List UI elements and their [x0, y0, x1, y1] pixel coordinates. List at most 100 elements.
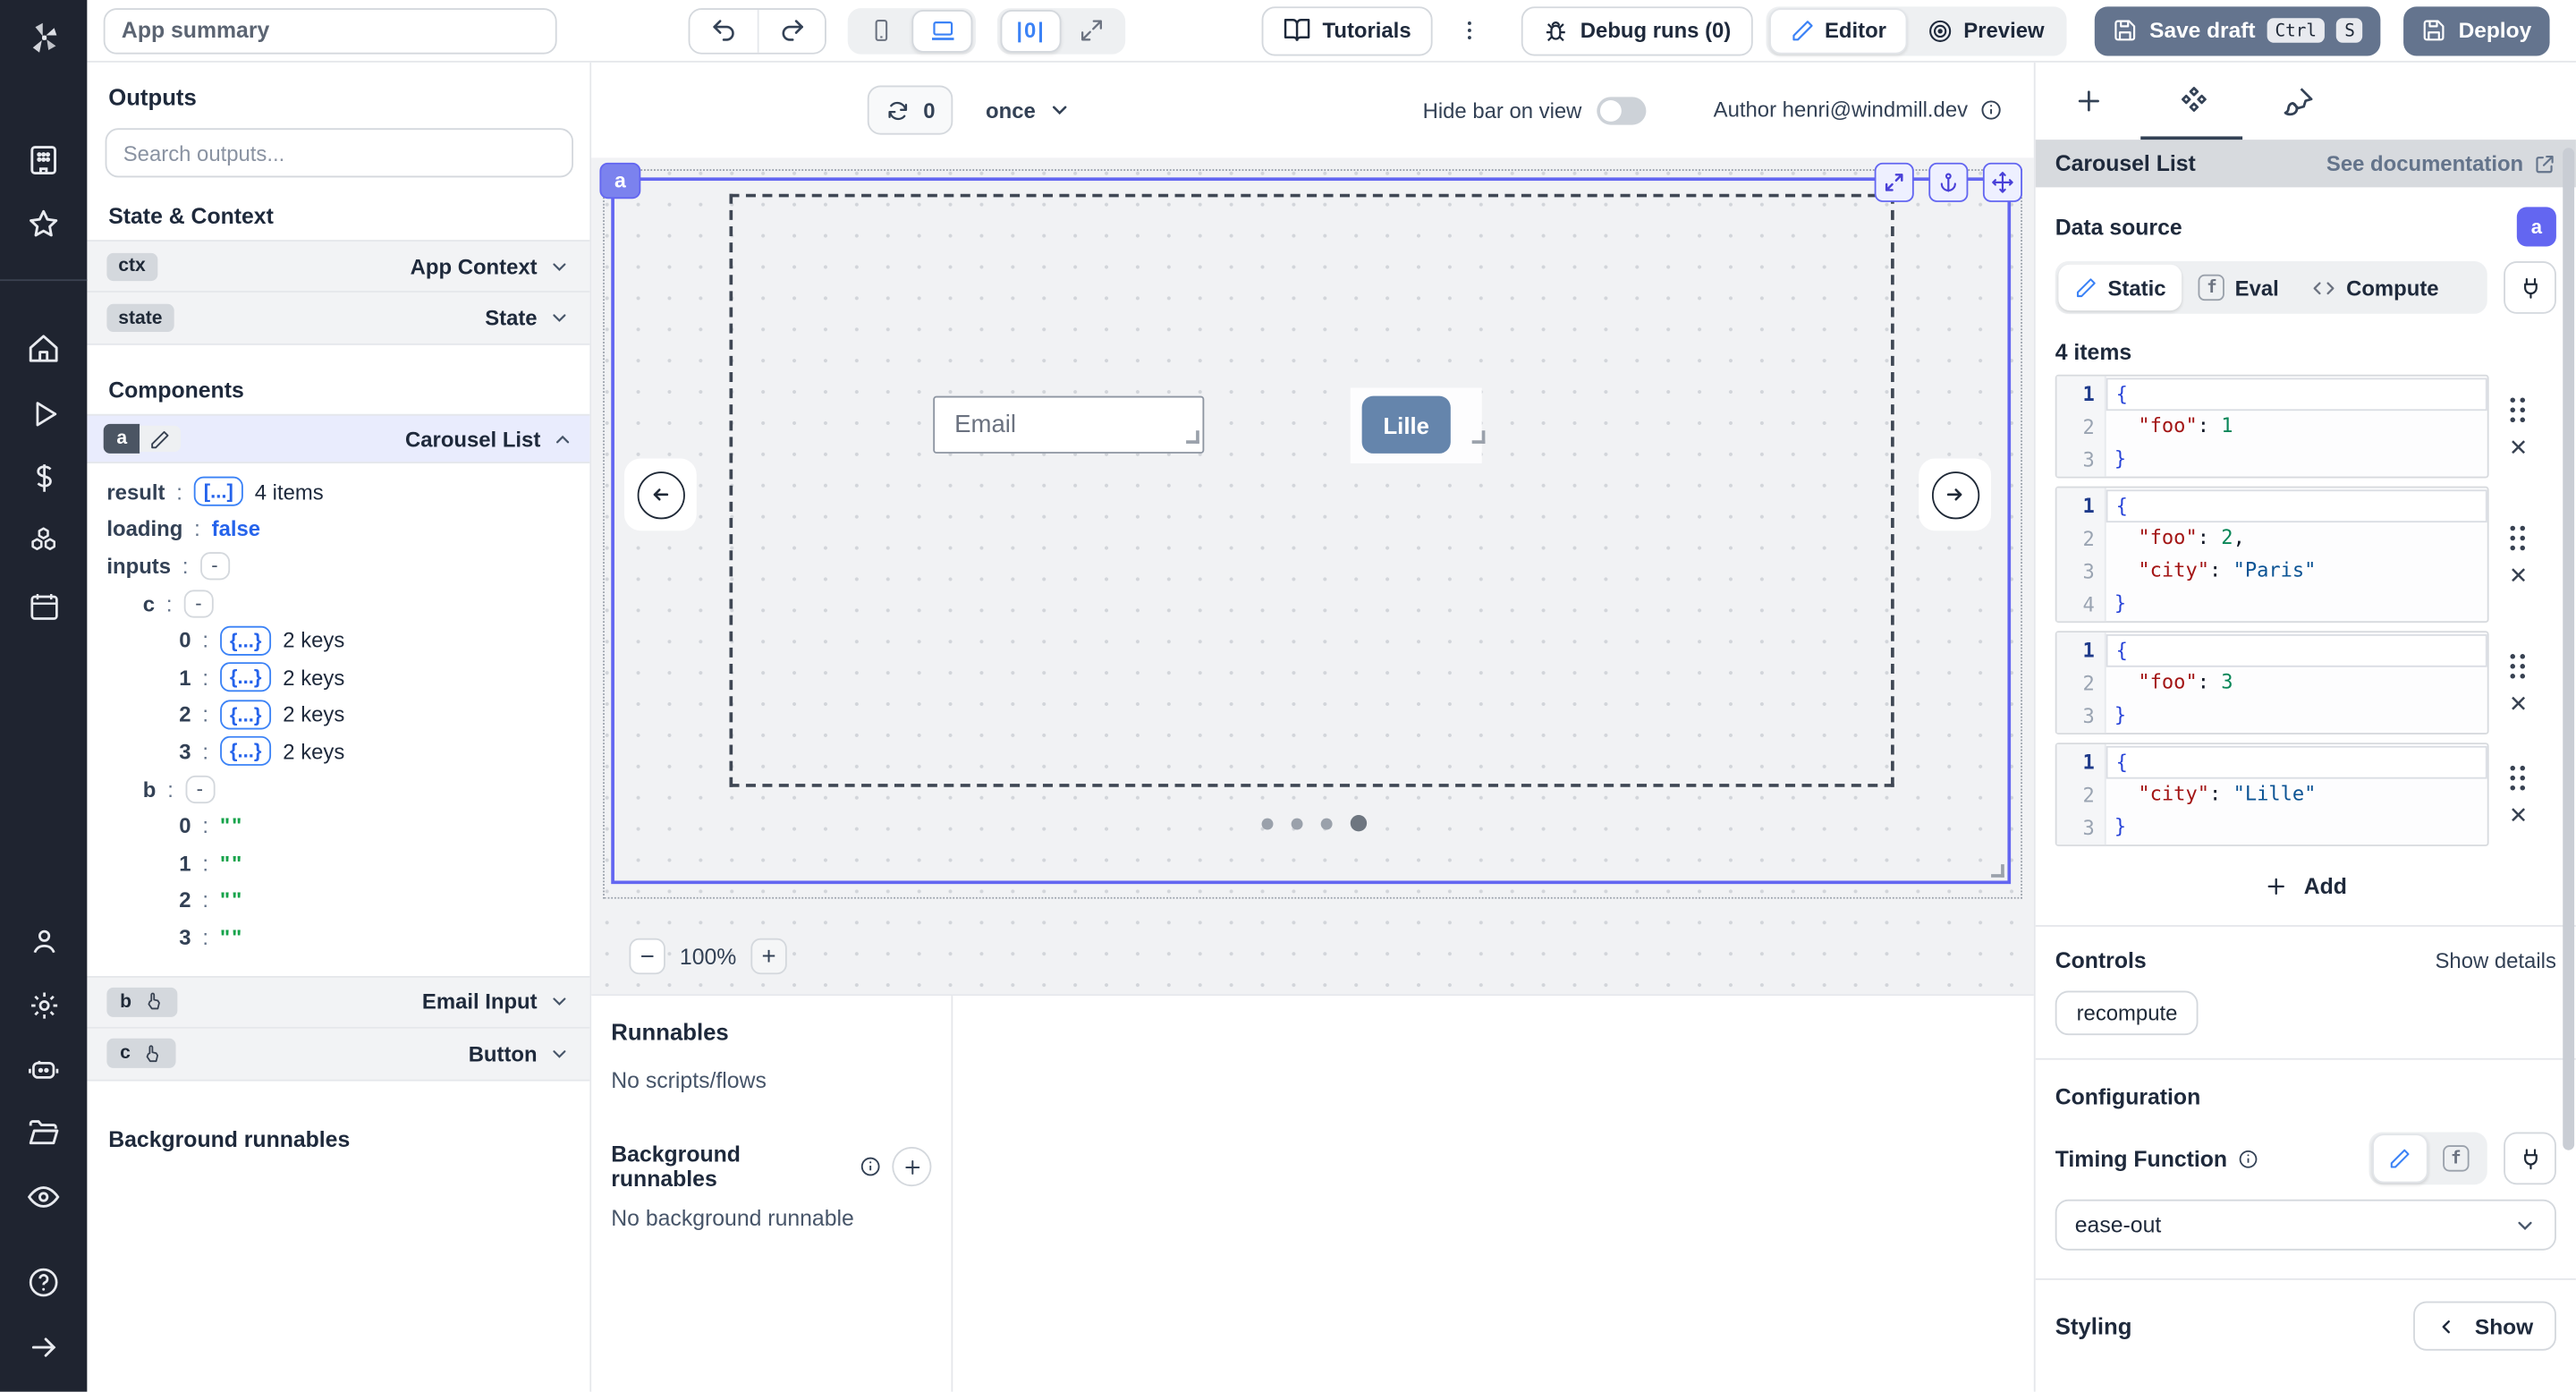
drag-handle-icon[interactable] [2510, 397, 2526, 423]
expand-component-button[interactable] [1875, 163, 1914, 202]
favorites-icon[interactable] [0, 192, 87, 257]
component-resize-handle[interactable] [1991, 864, 2004, 878]
output-tree-row[interactable]: 1:"" [106, 845, 589, 881]
email-input-component[interactable]: Email [933, 396, 1204, 454]
add-item-button[interactable]: Add [2265, 874, 2347, 899]
add-background-runnable-button[interactable] [893, 1147, 931, 1186]
output-tree-row[interactable]: 2:{...}2 keys [106, 696, 589, 733]
editor-tab[interactable]: Editor [1769, 7, 1908, 53]
output-tree-row[interactable]: b:- [106, 770, 589, 807]
carousel-dot[interactable] [1321, 818, 1333, 829]
tutorials-button[interactable]: Tutorials [1262, 5, 1433, 55]
eval-mode-button[interactable]: f Eval [2182, 265, 2295, 310]
carousel-item-container[interactable] [729, 194, 1894, 787]
carousel-next-button[interactable] [1919, 458, 1991, 530]
component-b-row[interactable]: b Email Input [87, 975, 589, 1028]
lille-button-component[interactable]: Lille [1362, 396, 1451, 454]
debug-runs-button[interactable]: Debug runs (0) [1521, 5, 1752, 55]
output-tree-row[interactable]: result:[...]4 items [106, 473, 589, 510]
output-tree-row[interactable]: 1:{...}2 keys [106, 658, 589, 695]
recompute-button[interactable]: recompute [2055, 991, 2199, 1036]
redo-button[interactable] [758, 7, 825, 53]
rename-pencil-icon[interactable] [140, 426, 182, 452]
delete-item-button[interactable]: ✕ [2509, 804, 2529, 824]
folders-icon[interactable] [0, 1101, 87, 1166]
anchor-component-button[interactable] [1928, 163, 1968, 202]
see-documentation-link[interactable]: See documentation [2326, 151, 2556, 176]
timing-static-button[interactable] [2372, 1133, 2428, 1183]
insert-component-tab[interactable] [2036, 86, 2141, 117]
timing-function-select[interactable]: ease-out [2055, 1200, 2556, 1251]
more-menu-button[interactable] [1455, 18, 1485, 43]
json-editor[interactable]: 123{ "foo": 1} [2055, 375, 2489, 479]
compute-mode-button[interactable]: Compute [2295, 265, 2455, 310]
component-tag-a[interactable]: a [599, 163, 640, 199]
styling-tab[interactable] [2246, 85, 2351, 118]
output-tree-row[interactable]: 0:{...}2 keys [106, 622, 589, 658]
drag-handle-icon[interactable] [2510, 765, 2526, 791]
styling-show-button[interactable]: Show [2414, 1302, 2556, 1351]
refresh-schedule-dropdown[interactable]: once [986, 86, 1072, 135]
runs-icon[interactable] [0, 381, 87, 446]
resources-icon[interactable] [0, 509, 87, 573]
app-summary-input[interactable] [104, 7, 557, 53]
preview-tab[interactable]: Preview [1908, 7, 2064, 53]
zoom-out-button[interactable]: − [629, 938, 665, 974]
ai-robot-icon[interactable] [0, 1037, 87, 1101]
deploy-button[interactable]: Deploy [2404, 5, 2549, 55]
save-draft-button[interactable]: Save draft Ctrl S [2096, 5, 2382, 55]
schedules-icon[interactable] [0, 573, 87, 638]
drag-handle-icon[interactable] [2510, 525, 2526, 551]
connect-plug-button[interactable] [2504, 261, 2556, 314]
info-icon[interactable] [2237, 1148, 2258, 1169]
output-tree-row[interactable]: 0:"" [106, 807, 589, 844]
refresh-count-button[interactable]: 0 [868, 86, 953, 135]
button-resize-handle[interactable] [1472, 430, 1486, 444]
help-icon[interactable] [0, 1251, 87, 1315]
carousel-prev-button[interactable] [624, 458, 697, 530]
info-icon[interactable] [1979, 98, 2003, 121]
output-tree-row[interactable]: 2:"" [106, 881, 589, 918]
app-canvas[interactable]: a Email Lille − 100% + [591, 157, 2034, 994]
json-editor[interactable]: 1234{ "foo": 2, "city": "Paris"} [2055, 487, 2489, 623]
carousel-dot[interactable] [1351, 815, 1367, 831]
output-tree-row[interactable]: loading:false [106, 510, 589, 547]
home-icon[interactable] [0, 317, 87, 381]
move-component-button[interactable] [1983, 163, 2022, 202]
static-mode-button[interactable]: Static [2058, 265, 2182, 310]
fullwidth-layout-button[interactable] [1062, 9, 1123, 52]
component-c-row[interactable]: c Button [87, 1028, 589, 1081]
carousel-dot[interactable] [1292, 818, 1303, 829]
json-editor[interactable]: 123{ "foo": 3} [2055, 631, 2489, 734]
audit-eye-icon[interactable] [0, 1165, 87, 1229]
output-tree-row[interactable]: inputs:- [106, 547, 589, 584]
windmill-logo[interactable] [24, 13, 64, 63]
timing-plug-button[interactable] [2504, 1132, 2556, 1184]
hide-bar-toggle[interactable] [1597, 97, 1646, 124]
component-settings-tab[interactable] [2140, 84, 2246, 119]
search-outputs-input[interactable] [106, 128, 573, 177]
component-a-row[interactable]: a Carousel List [87, 414, 589, 463]
undo-button[interactable] [690, 7, 757, 53]
user-icon[interactable] [0, 909, 87, 973]
delete-item-button[interactable]: ✕ [2509, 437, 2529, 456]
desktop-view-button[interactable] [911, 9, 972, 52]
output-tree-row[interactable]: 3:{...}2 keys [106, 733, 589, 769]
delete-item-button[interactable]: ✕ [2509, 564, 2529, 584]
email-resize-handle[interactable] [1186, 430, 1199, 444]
ctx-row[interactable]: ctx App Context [87, 240, 589, 293]
carousel-dot[interactable] [1262, 818, 1274, 829]
delete-item-button[interactable]: ✕ [2509, 692, 2529, 712]
zoom-in-button[interactable]: + [750, 938, 786, 974]
drag-handle-icon[interactable] [2510, 653, 2526, 679]
panel-scrollbar[interactable] [2563, 148, 2574, 1150]
collapse-arrow-icon[interactable] [0, 1314, 87, 1379]
json-editor[interactable]: 123{ "city": "Lille"} [2055, 743, 2489, 846]
info-icon[interactable] [859, 1155, 881, 1178]
timing-eval-button[interactable]: f [2428, 1133, 2484, 1183]
workspace-icon[interactable] [0, 128, 87, 192]
output-tree-row[interactable]: c:- [106, 584, 589, 621]
output-tree-row[interactable]: 3:"" [106, 919, 589, 955]
show-details-link[interactable]: Show details [2436, 948, 2556, 973]
state-row[interactable]: state State [87, 293, 589, 345]
